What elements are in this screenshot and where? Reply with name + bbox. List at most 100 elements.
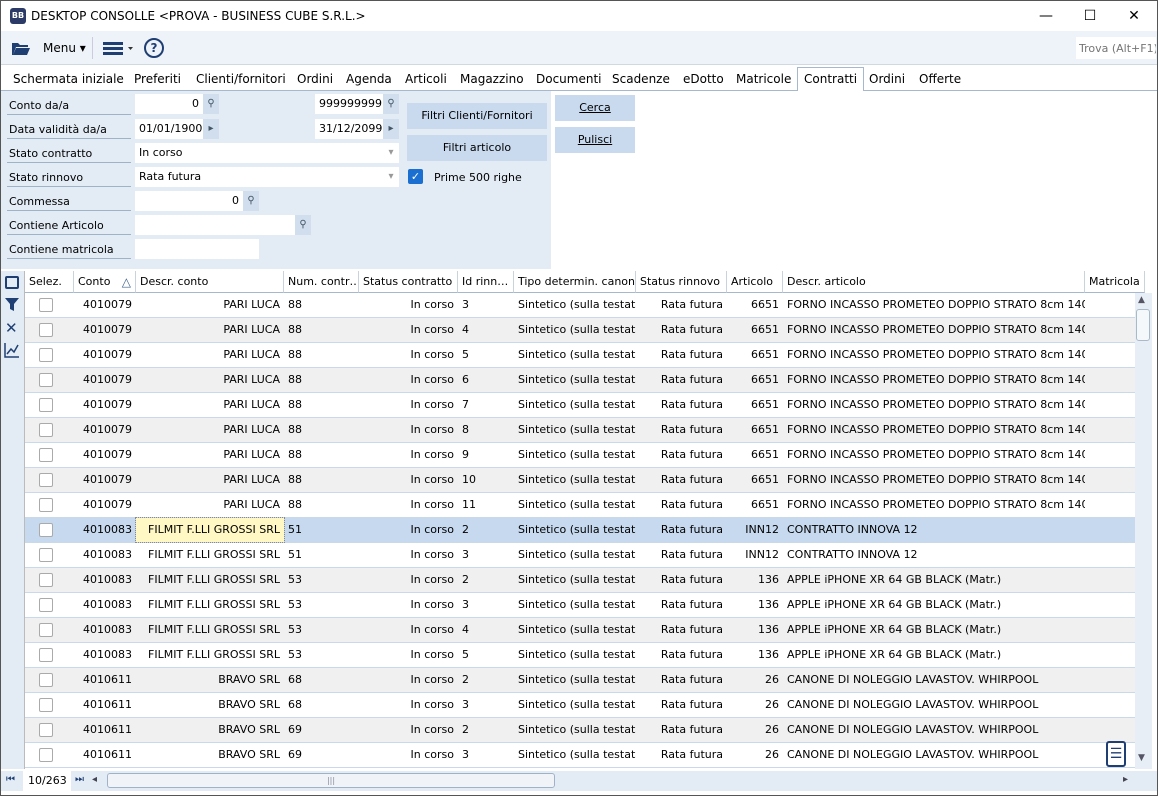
table-row[interactable]: 4010079 PARI LUCA 88 In corso 10 Sintetico (s…	[25, 468, 1136, 493]
table-row[interactable]: 4010079 PARI LUCA 88 In corso 5 Sintetico (su…	[25, 343, 1136, 368]
search-icon[interactable]: ⚲	[295, 215, 311, 235]
pulisci-button[interactable]: Pulisci	[555, 127, 635, 153]
first-page-icon[interactable]: ⏮	[6, 774, 15, 785]
row-select-checkbox[interactable]	[39, 473, 53, 487]
tab-preferiti[interactable]: Preferiti	[128, 70, 187, 91]
tab-ordini[interactable]: Ordini	[863, 70, 911, 91]
tab-matricole[interactable]: Matricole	[730, 70, 797, 91]
clear-filter-icon[interactable]: ✕	[5, 319, 18, 337]
tab-edotto[interactable]: eDotto	[677, 70, 730, 91]
row-select-checkbox[interactable]	[39, 548, 53, 562]
filter-icon[interactable]	[5, 298, 20, 312]
arrow-right-icon[interactable]: ▸	[203, 119, 219, 139]
last-page-icon[interactable]: ⏭	[75, 774, 84, 785]
tab-documenti[interactable]: Documenti	[530, 70, 608, 91]
tab-clienti-fornitori[interactable]: Clienti/fornitori	[190, 70, 292, 91]
scroll-left-icon[interactable]: ◂	[92, 774, 97, 785]
filtri-clienti-button[interactable]: Filtri Clienti/Fornitori	[407, 103, 547, 129]
scroll-right-icon[interactable]: ▸	[1123, 774, 1128, 785]
page-position[interactable]: 10/263	[23, 771, 71, 791]
maximize-button[interactable]: ☐	[1067, 1, 1113, 31]
column-header-num-contratto[interactable]: Num. contr…	[284, 271, 359, 293]
row-select-checkbox[interactable]	[39, 598, 53, 612]
row-select-checkbox[interactable]	[39, 448, 53, 462]
row-select-checkbox[interactable]	[39, 673, 53, 687]
tab-scadenze[interactable]: Scadenze	[606, 70, 676, 91]
search-icon[interactable]: ⚲	[203, 94, 219, 114]
tab-ordini[interactable]: Ordini	[291, 70, 339, 91]
row-select-checkbox[interactable]	[39, 748, 53, 762]
table-row[interactable]: 4010611 BRAVO SRL 69 In corso 3 Sintetico (su…	[25, 743, 1136, 768]
filtri-articolo-button[interactable]: Filtri articolo	[407, 135, 547, 161]
row-select-checkbox[interactable]	[39, 298, 53, 312]
stato-rinnovo-select[interactable]: Rata futura	[135, 167, 383, 187]
table-row[interactable]: 4010611 BRAVO SRL 68 In corso 3 Sintetico (su…	[25, 693, 1136, 718]
contiene-matricola-input[interactable]	[135, 239, 259, 259]
list-details-icon[interactable]: ☰	[1106, 741, 1126, 767]
table-row[interactable]: 4010083 FILMIT F.LLI GROSSI SRL 53 In corso…	[25, 643, 1136, 668]
data-da-input[interactable]: 01/01/1900	[135, 119, 203, 139]
row-select-checkbox[interactable]	[39, 373, 53, 387]
folder-open-icon[interactable]	[11, 41, 31, 56]
column-header-descr-articolo[interactable]: Descr. articolo	[783, 271, 1085, 293]
sort-ascending-icon[interactable]: △	[122, 271, 131, 292]
minimize-button[interactable]: —	[1023, 1, 1069, 31]
horizontal-scroll-thumb[interactable]: |||	[107, 773, 555, 788]
row-select-checkbox[interactable]	[39, 498, 53, 512]
hamburger-menu-icon[interactable]	[103, 41, 133, 56]
vertical-scrollbar[interactable]: ▲ ▼	[1135, 293, 1152, 769]
tab-schermata-iniziale[interactable]: Schermata iniziale	[7, 70, 130, 91]
row-select-checkbox[interactable]	[39, 523, 53, 537]
tab-articoli[interactable]: Articoli	[399, 70, 453, 91]
column-header-descr-conto[interactable]: Descr. conto	[136, 271, 284, 293]
conto-a-input[interactable]: 999999999	[315, 94, 383, 114]
row-select-checkbox[interactable]	[39, 323, 53, 337]
scroll-up-icon[interactable]: ▲	[1138, 295, 1145, 305]
table-row[interactable]: 4010079 PARI LUCA 88 In corso 7 Sintetico (su…	[25, 393, 1136, 418]
tab-contratti[interactable]: Contratti	[797, 67, 865, 92]
arrow-right-icon[interactable]: ▸	[383, 119, 399, 139]
prime-500-checkbox[interactable]: ✓	[408, 169, 423, 184]
column-header-id-rinnovo[interactable]: Id rinn…	[458, 271, 514, 293]
table-row[interactable]: 4010079 PARI LUCA 88 In corso 3 Sintetico (su…	[25, 293, 1136, 318]
data-a-input[interactable]: 31/12/2099	[315, 119, 383, 139]
commessa-input[interactable]: 0	[135, 191, 243, 211]
table-row[interactable]: 4010083 FILMIT F.LLI GROSSI SRL 51 In corso…	[25, 543, 1136, 568]
search-icon[interactable]: ⚲	[383, 94, 399, 114]
table-row[interactable]: 4010611 BRAVO SRL 68 In corso 2 Sintetico (su…	[25, 668, 1136, 693]
row-select-checkbox[interactable]	[39, 623, 53, 637]
tab-magazzino[interactable]: Magazzino	[454, 70, 530, 91]
column-header-tipo-canoni[interactable]: Tipo determin. canoni	[514, 271, 636, 293]
stato-contratto-select[interactable]: In corso	[135, 143, 383, 163]
menu-button[interactable]: Menu ▾	[43, 41, 86, 55]
chevron-down-icon[interactable]: ▾	[383, 167, 399, 187]
row-select-checkbox[interactable]	[39, 723, 53, 737]
row-select-checkbox[interactable]	[39, 573, 53, 587]
row-select-checkbox[interactable]	[39, 698, 53, 712]
search-input[interactable]	[1076, 37, 1156, 59]
column-header-status-contratto[interactable]: Status contratto	[359, 271, 458, 293]
table-row[interactable]: 4010079 PARI LUCA 88 In corso 11 Sintetico (s…	[25, 493, 1136, 518]
tab-agenda[interactable]: Agenda	[340, 70, 398, 91]
scroll-thumb[interactable]	[1136, 309, 1150, 341]
column-header-selez[interactable]: Selez.	[25, 271, 74, 293]
table-row[interactable]: 4010079 PARI LUCA 88 In corso 9 Sintetico (su…	[25, 443, 1136, 468]
table-row[interactable]: 4010079 PARI LUCA 88 In corso 4 Sintetico (su…	[25, 318, 1136, 343]
table-row[interactable]: 4010083 FILMIT F.LLI GROSSI SRL 53 In corso…	[25, 618, 1136, 643]
table-row[interactable]: 4010079 PARI LUCA 88 In corso 8 Sintetico (su…	[25, 418, 1136, 443]
contiene-articolo-input[interactable]	[135, 215, 295, 235]
row-select-checkbox[interactable]	[39, 398, 53, 412]
row-select-checkbox[interactable]	[39, 423, 53, 437]
grid-menu-icon[interactable]	[5, 276, 19, 289]
table-row[interactable]: 4010083 FILMIT F.LLI GROSSI SRL 51 In corso…	[25, 517, 1136, 543]
cerca-button[interactable]: Cerca	[555, 95, 635, 121]
column-header-articolo[interactable]: Articolo	[727, 271, 783, 293]
row-select-checkbox[interactable]	[39, 348, 53, 362]
column-header-matricola[interactable]: Matricola	[1085, 271, 1145, 293]
help-icon[interactable]: ?	[144, 38, 164, 58]
scroll-down-icon[interactable]: ▼	[1138, 753, 1145, 763]
column-header-status-rinnovo[interactable]: Status rinnovo	[636, 271, 727, 293]
column-header-conto[interactable]: Conto △	[74, 271, 136, 293]
search-icon[interactable]: ⚲	[243, 191, 259, 211]
chart-icon[interactable]	[4, 342, 20, 358]
